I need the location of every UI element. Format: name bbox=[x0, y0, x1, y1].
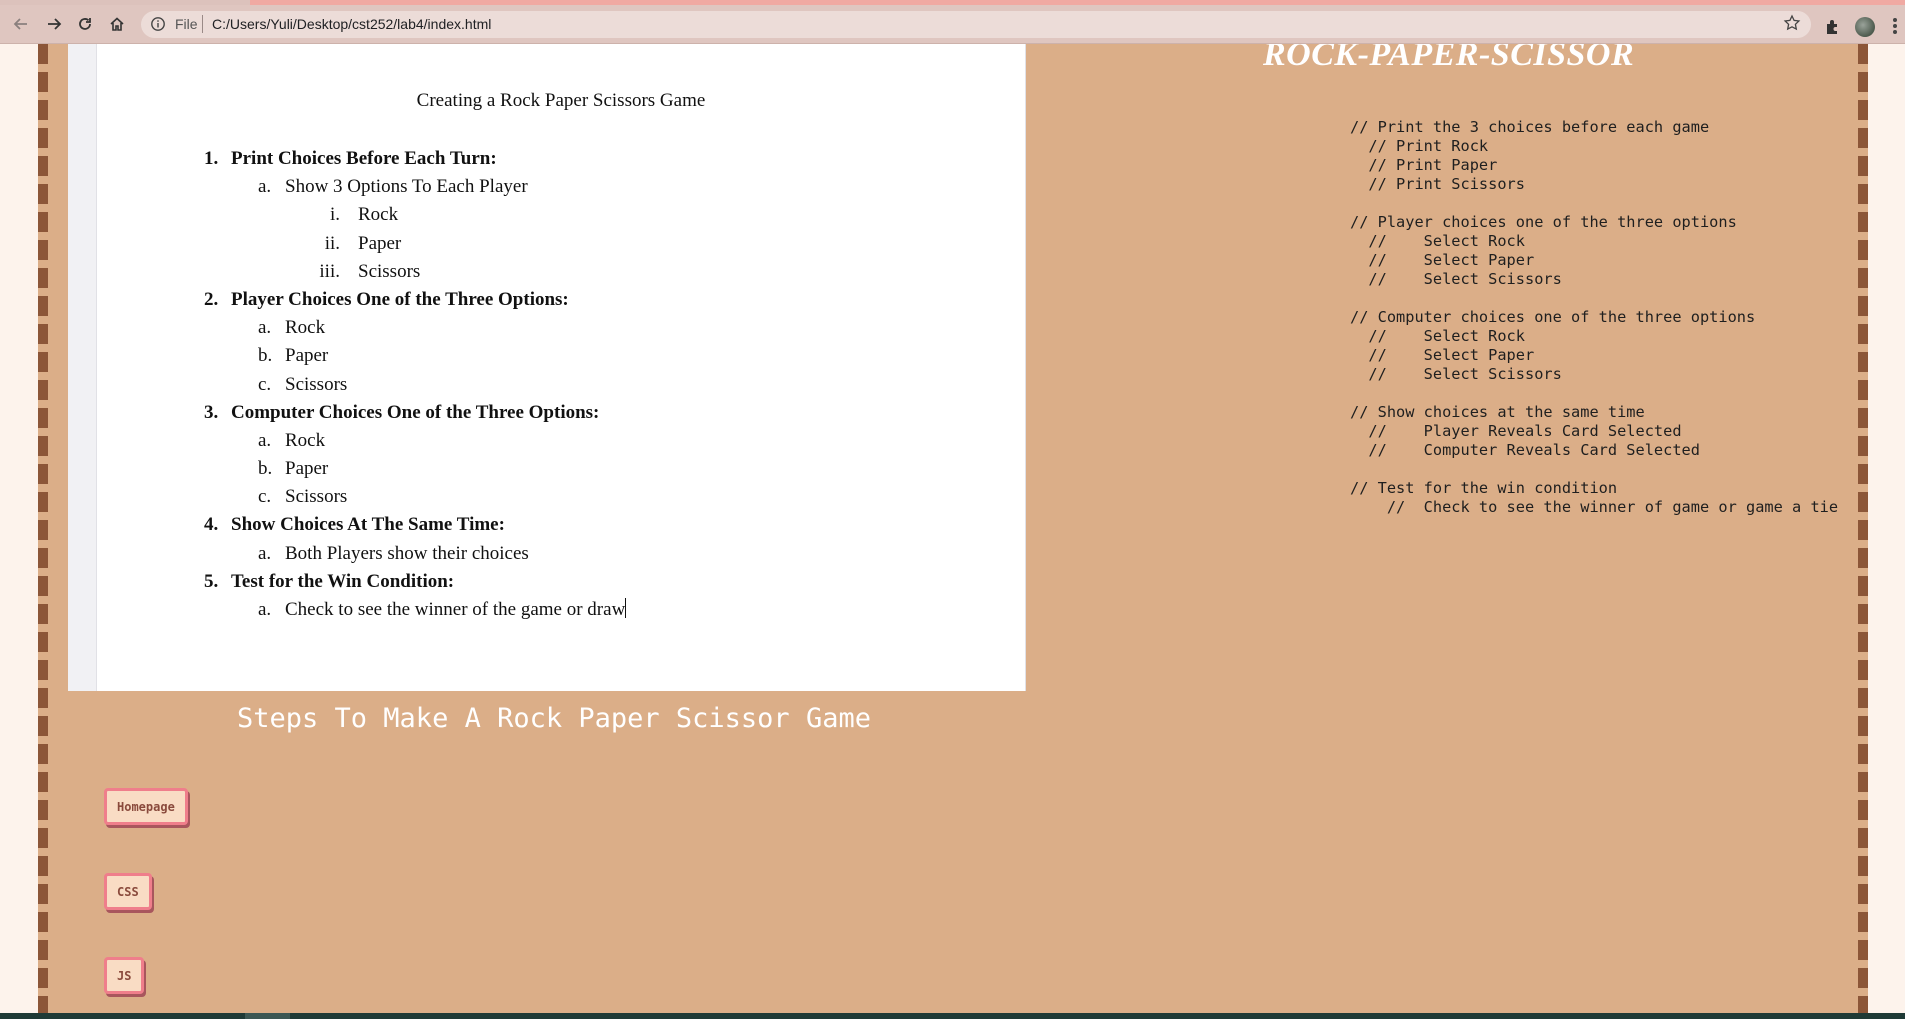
page-body: Creating a Rock Paper Scissors Game 1. Pr… bbox=[38, 44, 1868, 1014]
step-item: a. Rock bbox=[204, 314, 626, 342]
page-viewport: Creating a Rock Paper Scissors Game 1. Pr… bbox=[0, 44, 1905, 1014]
step-heading: Show Choices At The Same Time: bbox=[231, 514, 505, 536]
browser-toolbar: File C:/Users/Yuli/Desktop/cst252/lab4/i… bbox=[0, 5, 1905, 44]
item-marker: a. bbox=[258, 317, 272, 339]
document-paper: Creating a Rock Paper Scissors Game 1. Pr… bbox=[96, 44, 1026, 691]
page-heading: ROCK-PAPER-SCISSOR bbox=[1263, 44, 1635, 73]
step-heading-row: 2. Player Choices One of the Three Option… bbox=[204, 286, 626, 314]
item-text: Rock bbox=[285, 317, 326, 339]
item-marker: a. bbox=[258, 429, 272, 451]
star-icon[interactable] bbox=[1783, 14, 1801, 37]
taskbar-item[interactable] bbox=[245, 1013, 290, 1019]
pseudocode-block: // Print the 3 choices before each game … bbox=[1350, 118, 1839, 516]
step-item: b. Paper bbox=[204, 342, 626, 370]
profile-avatar[interactable] bbox=[1855, 17, 1875, 37]
subitem-marker: i. bbox=[329, 204, 340, 226]
home-icon[interactable] bbox=[106, 13, 128, 35]
homepage-button[interactable]: Homepage bbox=[104, 788, 188, 825]
address-separator bbox=[202, 15, 203, 33]
step-heading-row: 1. Print Choices Before Each Turn: bbox=[204, 145, 626, 173]
step-heading-row: 3. Computer Choices One of the Three Opti… bbox=[204, 399, 626, 427]
step-heading: Print Choices Before Each Turn: bbox=[231, 148, 497, 169]
item-marker: b. bbox=[258, 345, 273, 367]
steps-list: 1. Print Choices Before Each Turn: a. Show … bbox=[204, 145, 627, 624]
step-number: 5. bbox=[204, 570, 219, 592]
step-heading: Computer Choices One of the Three Option… bbox=[231, 401, 600, 423]
document-title: Creating a Rock Paper Scissors Game bbox=[416, 90, 706, 111]
info-icon[interactable] bbox=[150, 16, 166, 37]
forward-icon[interactable] bbox=[43, 13, 65, 35]
js-button[interactable]: JS bbox=[104, 957, 145, 994]
item-text: Scissors bbox=[285, 486, 348, 508]
step-heading: Player Choices One of the Three Options: bbox=[231, 288, 569, 310]
address-url[interactable]: C:/Users/Yuli/Desktop/cst252/lab4/index.… bbox=[212, 16, 491, 32]
step-heading-row: 5. Test for the Win Condition: bbox=[204, 568, 626, 596]
taskbar bbox=[0, 1013, 1905, 1019]
item-text: Rock bbox=[285, 429, 326, 451]
subitem-marker: iii. bbox=[319, 260, 340, 282]
step-number: 1. bbox=[204, 148, 219, 169]
step-item: a. Both Players show their choices bbox=[204, 540, 626, 568]
step-item: c. Scissors bbox=[204, 371, 626, 399]
step-subitem: i. Rock bbox=[204, 201, 626, 229]
subitem-marker: ii. bbox=[324, 232, 340, 254]
step-number: 3. bbox=[204, 401, 219, 423]
right-border-stripe bbox=[1858, 44, 1868, 1014]
step-item: b. Paper bbox=[204, 455, 626, 483]
item-marker: a. bbox=[258, 599, 272, 620]
item-text: Show 3 Options To Each Player bbox=[285, 176, 528, 198]
step-heading-row: 4. Show Choices At The Same Time: bbox=[204, 511, 626, 539]
css-button[interactable]: CSS bbox=[104, 873, 152, 910]
item-marker: a. bbox=[258, 176, 272, 198]
step-subitem: ii. Paper bbox=[204, 230, 626, 258]
step-item: a. Check to see the winner of the game or… bbox=[204, 596, 627, 624]
subitem-text: Rock bbox=[358, 204, 399, 226]
item-text: Paper bbox=[285, 458, 329, 480]
step-item: c. Scissors bbox=[204, 483, 626, 511]
item-text: Scissors bbox=[285, 373, 348, 395]
item-marker: a. bbox=[258, 542, 272, 564]
reload-icon[interactable] bbox=[74, 13, 96, 35]
item-marker: b. bbox=[258, 458, 273, 480]
menu-icon[interactable] bbox=[1893, 18, 1897, 34]
step-number: 2. bbox=[204, 288, 219, 310]
step-number: 4. bbox=[204, 514, 219, 536]
back-icon[interactable] bbox=[10, 13, 32, 35]
subitem-text: Scissors bbox=[358, 260, 421, 282]
address-bar[interactable]: File C:/Users/Yuli/Desktop/cst252/lab4/i… bbox=[141, 11, 1811, 38]
item-marker: c. bbox=[258, 373, 272, 395]
step-item: a. Rock bbox=[204, 427, 626, 455]
step-item: a. Show 3 Options To Each Player bbox=[204, 173, 626, 201]
step-subitem: iii. Scissors bbox=[204, 258, 626, 286]
left-border-stripe bbox=[38, 44, 48, 1014]
address-scheme: File bbox=[175, 16, 198, 32]
item-text: Check to see the winner of the game or d… bbox=[285, 599, 626, 620]
item-marker: c. bbox=[258, 486, 272, 508]
text-cursor bbox=[625, 598, 627, 618]
item-text: Both Players show their choices bbox=[285, 542, 529, 564]
extensions-icon[interactable] bbox=[1824, 18, 1842, 41]
document-screenshot: Creating a Rock Paper Scissors Game 1. Pr… bbox=[68, 44, 1026, 691]
subitem-text: Paper bbox=[358, 232, 402, 254]
item-text: Paper bbox=[285, 345, 329, 367]
step-heading: Test for the Win Condition: bbox=[231, 570, 455, 592]
image-caption: Steps To Make A Rock Paper Scissor Game bbox=[237, 703, 871, 734]
